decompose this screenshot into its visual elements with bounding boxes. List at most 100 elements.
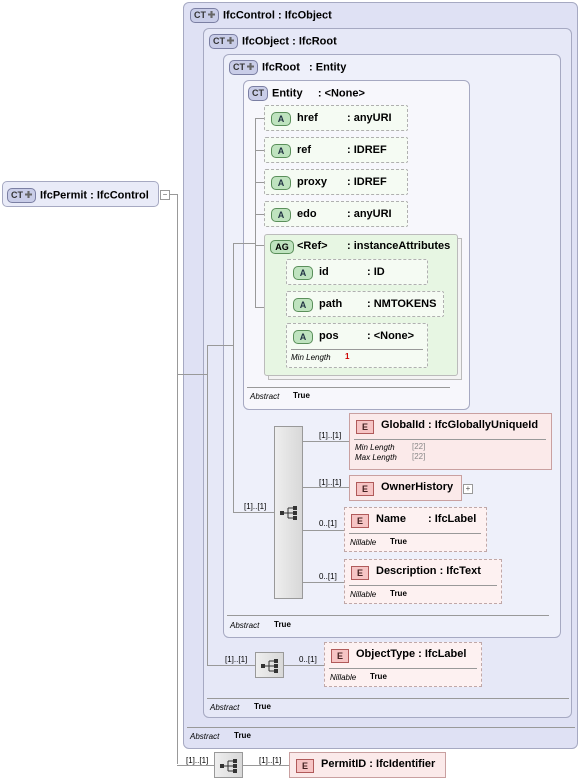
ifcobject-header[interactable]: CT IfcObject : IfcRoot [209, 34, 337, 49]
element-type: : IfcLabel [428, 513, 477, 525]
permitid-cardinality: [1]..[1] [259, 756, 282, 765]
connector-line [233, 243, 234, 513]
attribute-type: : anyURI [347, 208, 392, 220]
element-icon: E [356, 482, 374, 496]
attribute-ref[interactable]: A ref : IDREF [264, 137, 408, 163]
sequence-icon [280, 506, 297, 520]
attribute-proxy[interactable]: A proxy : IDREF [264, 169, 408, 195]
expand-toggle[interactable]: + [463, 484, 473, 494]
sequence-compositor-ifcobject[interactable] [255, 652, 284, 678]
element-icon: E [351, 566, 369, 580]
attribute-icon: A [271, 144, 291, 158]
element-name: Name [376, 513, 406, 525]
attribute-name: pos [319, 330, 339, 342]
attribute-group-icon: AG [270, 240, 294, 254]
attribute-group-name: <Ref> [297, 240, 328, 252]
attribute-icon: A [293, 330, 313, 344]
attribute-name: href [297, 112, 318, 124]
connector-line [303, 487, 349, 488]
connector-line [207, 665, 255, 666]
complex-type-icon: CT [7, 188, 36, 203]
attribute-name: path [319, 298, 343, 310]
ifccontrol-header[interactable]: CT IfcControl : IfcObject [190, 8, 332, 23]
max-length-label: Max Length [355, 453, 397, 462]
min-length-value: 1 [345, 352, 350, 361]
ifcroot-abstract-value: True [274, 620, 291, 629]
element-permitid[interactable]: E PermitID : IfcIdentifier [289, 752, 446, 778]
element-icon: E [331, 649, 349, 663]
ownerhistory-cardinality: [1]..[1] [319, 478, 342, 487]
element-icon: E [296, 759, 314, 773]
max-length-value: [22] [412, 452, 426, 461]
connector-line [233, 512, 275, 513]
connector-line [233, 243, 255, 244]
attribute-icon: A [271, 208, 291, 222]
sequence-cardinality: [1]..[1] [186, 756, 209, 765]
attribute-type: : NMTOKENS [367, 298, 437, 310]
nillable-label: Nillable [350, 590, 377, 599]
nillable-value: True [390, 589, 407, 598]
attribute-icon: A [293, 266, 313, 280]
sequence-cardinality: [1]..[1] [225, 655, 248, 664]
element-icon: E [351, 514, 369, 528]
attribute-icon: A [271, 112, 291, 126]
attribute-type: : <None> [367, 330, 415, 342]
element-ownerhistory[interactable]: E OwnerHistory [349, 475, 462, 501]
connector-line [303, 441, 349, 442]
element-objecttype[interactable]: E ObjectType : IfcLabel Nillable True [324, 642, 482, 687]
ifcpermit-root-node[interactable]: CT IfcPermit : IfcControl [2, 181, 159, 207]
element-name: Description : IfcText [376, 565, 481, 577]
entity-header[interactable]: CT Entity : <None> [248, 86, 365, 101]
attribute-type: : IDREF [347, 144, 387, 156]
complex-type-icon: CT [209, 34, 238, 49]
min-length-value: [22] [412, 442, 426, 451]
description-cardinality: 0..[1] [319, 572, 337, 581]
attribute-name: edo [297, 208, 317, 220]
ifcroot-header[interactable]: CT IfcRoot : Entity [229, 60, 346, 75]
attribute-pos[interactable]: A pos : <None> Min Length 1 [286, 323, 428, 368]
element-icon: E [356, 420, 374, 434]
attribute-path[interactable]: A path : NMTOKENS [286, 291, 444, 317]
complex-type-icon: CT [248, 86, 268, 101]
attribute-id[interactable]: A id : ID [286, 259, 428, 285]
nillable-value: True [390, 537, 407, 546]
attribute-name: id [319, 266, 329, 278]
attribute-type: : ID [367, 266, 385, 278]
entity-abstract-label: Abstract [250, 392, 280, 401]
connector-line [207, 345, 208, 665]
element-name: OwnerHistory [381, 481, 454, 493]
ifcobject-abstract-label: Abstract [210, 703, 240, 712]
ifccontrol-abstract-value: True [234, 731, 251, 740]
attribute-group-type: : instanceAttributes [347, 240, 451, 252]
globalid-cardinality: [1]..[1] [319, 431, 342, 440]
collapse-toggle[interactable]: − [160, 190, 170, 200]
element-name: ObjectType : IfcLabel [356, 648, 467, 660]
attribute-type: : anyURI [347, 112, 392, 124]
element-name: PermitID : IfcIdentifier [321, 758, 436, 770]
attribute-href[interactable]: A href : anyURI [264, 105, 408, 131]
connector-line [207, 345, 233, 346]
nillable-value: True [370, 672, 387, 681]
attribute-icon: A [271, 176, 291, 190]
element-name-field[interactable]: E Name : IfcLabel Nillable True [344, 507, 487, 552]
min-length-label: Min Length [355, 443, 395, 452]
element-globalid[interactable]: E GlobalId : IfcGloballyUniqueId Min Len… [349, 413, 552, 470]
attribute-edo[interactable]: A edo : anyURI [264, 201, 408, 227]
attribute-name: proxy [297, 176, 327, 188]
connector-line [255, 118, 256, 308]
sequence-compositor-root[interactable] [214, 752, 243, 778]
element-description[interactable]: E Description : IfcText Nillable True [344, 559, 502, 604]
connector-line [177, 765, 214, 766]
sequence-compositor-ifcroot[interactable] [274, 426, 303, 599]
connector-line [303, 530, 345, 531]
attribute-type: : IDREF [347, 176, 387, 188]
sequence-icon [220, 759, 237, 773]
name-cardinality: 0..[1] [319, 519, 337, 528]
complex-type-icon: CT [229, 60, 258, 75]
objecttype-cardinality: 0..[1] [299, 655, 317, 664]
nillable-label: Nillable [350, 538, 377, 547]
ifcobject-abstract-value: True [254, 702, 271, 711]
ifccontrol-abstract-label: Abstract [190, 732, 220, 741]
connector-line [177, 194, 178, 764]
connector-line [284, 665, 324, 666]
